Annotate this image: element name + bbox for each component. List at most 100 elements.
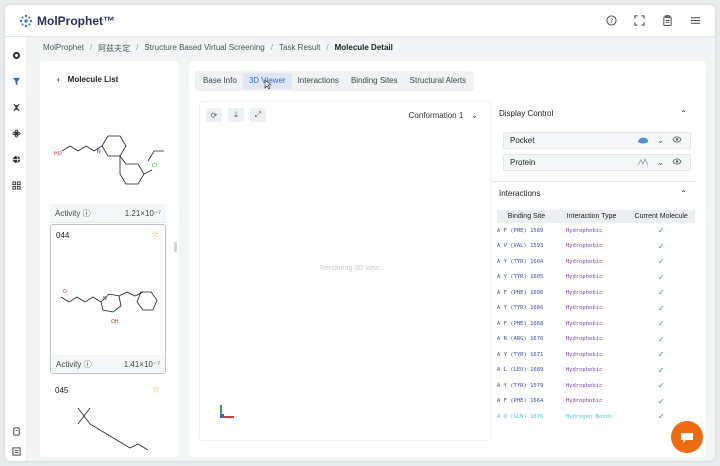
chevron-down-icon[interactable]: ⌄ [657, 158, 664, 167]
interactions-header[interactable]: Interactions ⌃ [499, 189, 687, 198]
left-rail [5, 37, 27, 461]
binding-site-cell: A Y (TYR) 1605 [497, 274, 544, 281]
check-icon: ✓ [657, 381, 665, 391]
binding-site-cell: A F (PHE) 1664 [497, 398, 544, 405]
table-row[interactable]: A Y (TYR) 1579 Hydrophobic ✓ [497, 378, 695, 394]
molecule-structure: HO N Cl [54, 135, 164, 185]
globe-icon[interactable] [10, 153, 22, 165]
svg-text:OH: OH [111, 319, 119, 325]
expand-icon[interactable]: ⤢ [250, 108, 266, 122]
interactions-table: Binding Site Interaction Type Current Mo… [497, 210, 695, 425]
check-icon: ✓ [657, 334, 665, 344]
activity-row: Activity ⓘ 1.41×10⁻⁷ [51, 355, 165, 373]
activity-label: Activity [55, 208, 81, 218]
interaction-type-cell: Hydrophobic [565, 305, 603, 312]
breadcrumb-task-result[interactable]: Task Result [279, 43, 320, 54]
molecule-detail-panel: Base Info 3D Viewer Interactions Binding… [189, 61, 706, 457]
fullscreen-icon[interactable] [633, 14, 645, 26]
chevron-down-icon[interactable]: ⌄ [657, 136, 664, 145]
tab-structural-alerts[interactable]: Structural Alerts [404, 73, 472, 89]
check-icon: ✓ [657, 226, 665, 236]
breadcrumb-project[interactable]: 阿兹夫定 [98, 43, 130, 54]
display-control-header[interactable]: Display Control ⌃ [499, 109, 687, 118]
chat-support-button[interactable] [671, 421, 703, 453]
pocket-control[interactable]: Pocket ⌄ [503, 132, 691, 149]
table-row[interactable]: A Y (TYR) 1605 Hydrophobic ✓ [497, 270, 695, 286]
eye-icon[interactable] [672, 136, 682, 145]
collapse-sidebar-icon[interactable] [10, 445, 22, 457]
check-icon: ✓ [657, 396, 665, 406]
pocket-surface-icon[interactable] [637, 136, 649, 145]
breadcrumb-molprophet[interactable]: MolProphet [43, 43, 84, 54]
molecule-structure [77, 407, 149, 451]
screening-icon[interactable] [10, 75, 22, 87]
tab-base-info[interactable]: Base Info [197, 73, 243, 89]
table-row[interactable]: A Y (TYR) 1671 Hydrophobic ✓ [497, 347, 695, 363]
chevron-up-icon[interactable]: ⌃ [680, 109, 687, 118]
app-name: MolProphet™ [37, 14, 115, 28]
app-logo[interactable]: MolProphet™ [19, 14, 115, 28]
mouse-cursor-icon [264, 79, 272, 90]
info-icon[interactable]: ⓘ [83, 209, 91, 218]
table-row[interactable]: A F (PHE) 1668 Hydrophobic ✓ [497, 316, 695, 332]
breadcrumb-sbvs[interactable]: Structure Based Virtual Screening [144, 43, 264, 54]
protein-control[interactable]: Protein ⌄ [503, 154, 691, 171]
table-row[interactable]: A Y (TYR) 1604 Hydrophobic ✓ [497, 254, 695, 270]
table-row[interactable]: A Q (GLN) 1676 Hydrogen Bonds ✓ [497, 409, 695, 425]
display-control-title: Display Control [499, 109, 554, 118]
binding-site-cell: A Y (TYR) 1666 [497, 305, 544, 312]
table-row[interactable]: A F (PHE) 1664 Hydrophobic ✓ [497, 394, 695, 410]
interaction-type-cell: Hydrophobic [565, 336, 603, 343]
binding-site-cell: A Y (TYR) 1604 [497, 258, 544, 265]
info-icon[interactable]: ⓘ [84, 360, 92, 369]
interaction-type-cell: Hydrophobic [565, 258, 603, 265]
tab-interactions[interactable]: Interactions [292, 73, 345, 89]
favorite-star-icon[interactable]: ☆ [151, 229, 159, 240]
check-icon: ✓ [657, 272, 665, 282]
conformation-select[interactable]: Conformation 1 ⌄ [403, 108, 484, 122]
check-icon: ✓ [657, 257, 665, 267]
molecule-id: 044 [56, 231, 70, 240]
check-icon: ✓ [657, 365, 665, 375]
table-row[interactable]: A F (PHE) 1606 Hydrophobic ✓ [497, 285, 695, 301]
table-row[interactable]: A R (ARG) 1670 Hydrophobic ✓ [497, 332, 695, 348]
molecule-list-title: Molecule List [67, 75, 119, 84]
check-icon: ✓ [657, 350, 665, 360]
molecule-card[interactable]: HO N Cl Activity ⓘ 1.21×10⁻⁷ [50, 93, 166, 223]
tab-binding-sites[interactable]: Binding Sites [345, 73, 404, 89]
molecule-card[interactable]: 045 ☆ [50, 380, 166, 457]
document-icon[interactable] [10, 425, 22, 437]
help-icon[interactable]: ? [605, 14, 617, 26]
panel-resize-handle[interactable] [174, 242, 177, 252]
column-header: Binding Site [497, 210, 556, 223]
activity-row: Activity ⓘ 1.21×10⁻⁷ [50, 204, 166, 222]
svg-text:N: N [97, 149, 101, 155]
eye-icon[interactable] [672, 158, 682, 167]
3d-viewer-canvas[interactable]: ⟳ ⤓ ⤢ Conformation 1 ⌄ Rendering 3D view.… [199, 101, 491, 441]
table-row[interactable]: A V (VAL) 1593 Hydrophobic ✓ [497, 239, 695, 255]
interaction-type-cell: Hydrophobic [565, 382, 603, 389]
reset-view-icon[interactable]: ⟳ [206, 108, 222, 122]
download-icon[interactable]: ⤓ [228, 108, 244, 122]
clipboard-icon[interactable] [661, 14, 673, 26]
menu-icon[interactable] [689, 14, 701, 26]
favorite-star-icon[interactable]: ☆ [152, 384, 160, 395]
home-icon[interactable] [10, 49, 22, 61]
table-row[interactable]: A L (LEU) 1689 Hydrophobic ✓ [497, 363, 695, 379]
molecule-card-selected[interactable]: 044 ☆ O N OH Activity ⓘ 1.41×10⁻⁷ [50, 224, 166, 374]
svg-text:HO: HO [54, 151, 62, 157]
protein-cartoon-icon[interactable] [637, 158, 649, 167]
check-icon: ✓ [657, 241, 665, 251]
dna-icon[interactable] [10, 101, 22, 113]
atom-icon[interactable] [10, 127, 22, 139]
binding-site-cell: A F (PHE) 1589 [497, 227, 544, 234]
activity-value: 1.21×10⁻⁷ [124, 208, 161, 218]
chevron-up-icon[interactable]: ⌃ [680, 189, 687, 198]
apps-icon[interactable] [10, 179, 22, 191]
table-row[interactable]: A Y (TYR) 1666 Hydrophobic ✓ [497, 301, 695, 317]
chevron-down-icon: ⌄ [471, 110, 478, 120]
back-arrow-icon[interactable]: ‹ [57, 75, 60, 84]
breadcrumb: MolProphet / 阿兹夫定 / Structure Based Virtua… [43, 43, 393, 54]
interaction-type-cell: Hydrophobic [565, 367, 603, 374]
table-row[interactable]: A F (PHE) 1589 Hydrophobic ✓ [497, 223, 695, 239]
